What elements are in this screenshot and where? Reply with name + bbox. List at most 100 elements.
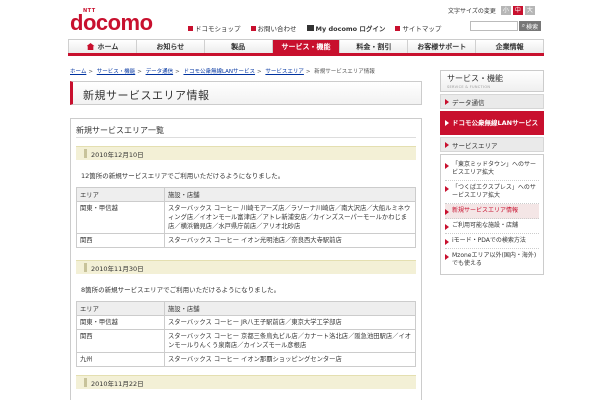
nav-pricing[interactable]: 料金・割引 [340, 40, 409, 53]
nav-home[interactable]: ホーム [68, 40, 137, 53]
region-cell: 関西 [76, 329, 165, 353]
nav-support[interactable]: お客様サポート [408, 40, 477, 53]
column-header-area: エリア [76, 187, 165, 202]
breadcrumb-separator: > [305, 69, 311, 75]
table-header-row: エリア 施設・店舗 [76, 187, 416, 202]
nav-news[interactable]: お知らせ [137, 40, 205, 53]
sidebar-subtitle: SERVICE & FUNCTION [447, 85, 491, 89]
breadcrumb-separator: > [88, 69, 93, 75]
breadcrumb-home[interactable]: ホーム [70, 69, 86, 75]
sidebar-item-label: 「つくばエクスプレス」へのサービスエリア拡大 [452, 184, 536, 199]
search-icon: ⌕ [521, 22, 526, 29]
font-size-medium-button[interactable]: 中 [512, 6, 523, 15]
column-header-shops: 施設・店舗 [164, 301, 416, 316]
table-row: 関東・甲信越 スターバックス コーヒー JR八王子駅前店／東京大学工学部店 [76, 315, 416, 330]
home-icon [86, 43, 95, 50]
sidebar-item-label: iモード・PDAでの検索方法 [452, 237, 526, 244]
date-text: 2010年12月10日 [91, 150, 144, 159]
shops-cell: スターバックス コーヒー イオン那覇ショッピングセンター店 [164, 352, 416, 367]
date-text: 2010年11月30日 [91, 264, 144, 273]
link-label: My docomo ログイン [315, 25, 386, 33]
table-header-row: エリア 施設・店舗 [76, 301, 416, 316]
font-size-large-button[interactable]: 大 [524, 6, 535, 15]
region-cell: 九州 [76, 352, 165, 367]
search-input[interactable] [470, 21, 518, 31]
breadcrumb-separator: > [137, 69, 142, 75]
docomo-logo[interactable]: NTT docomo [70, 8, 180, 34]
date-heading: 2010年12月10日 [76, 146, 416, 160]
date-text: 2010年11月22日 [91, 379, 144, 388]
link-docomo-shop[interactable]: ドコモショップ [188, 23, 241, 33]
breadcrumb-current: 新規サービスエリア情報 [314, 69, 375, 75]
area-list-box: 新規サービスエリア一覧 2010年12月10日 12箇所の新規サービスエリアでご… [70, 118, 422, 400]
sidebar-item-wifi-service[interactable]: ドコモ公衆無線LANサービス [440, 111, 544, 135]
arrow-right-icon [445, 141, 449, 148]
column-header-area: エリア [76, 301, 165, 316]
sidebar-item-label: 「東京ミッドタウン」へのサービスエリア拡大 [452, 161, 537, 176]
breadcrumb-area[interactable]: サービスエリア [265, 69, 304, 75]
sidebar-item-facilities[interactable]: ご利用可能な施設・店舗 [445, 219, 539, 234]
sidebar-item-new-area[interactable]: 新規サービスエリア情報 [445, 204, 539, 219]
sidebar-item-midtown[interactable]: 「東京ミッドタウン」へのサービスエリア拡大 [445, 158, 539, 181]
area-table: エリア 施設・店舗 関東・甲信越 スターバックス コーヒー JR八王子駅前店／東… [76, 301, 416, 367]
table-row: 関西 スターバックス コーヒー 京都三条烏丸ビル店／カナート洛北店／阪急池田駅店… [76, 329, 416, 353]
arrow-right-icon [445, 209, 449, 215]
page-title-box: 新規サービスエリア情報 [70, 81, 422, 105]
square-bullet-icon [250, 25, 256, 31]
date-heading: 2010年11月22日 [76, 375, 416, 389]
sidebar-item-label: サービスエリア [452, 141, 498, 150]
link-label: お問い合わせ [257, 25, 297, 33]
arrow-right-icon [445, 239, 449, 245]
top-links: ドコモショップ お問い合わせ My docomo ログイン サイトマップ [188, 23, 441, 33]
square-bullet-icon [395, 25, 401, 31]
sidebar-item-label: Mzoneエリア以外(国内・海外)でも使える [452, 252, 537, 267]
date-marker-icon [84, 378, 87, 387]
breadcrumb-separator: > [257, 69, 262, 75]
link-label: ドコモショップ [195, 25, 241, 33]
sidebar-item-tsukuba[interactable]: 「つくばエクスプレス」へのサービスエリア拡大 [445, 181, 539, 204]
sidebar-submenu: 「東京ミッドタウン」へのサービスエリア拡大 「つくばエクスプレス」へのサービスエ… [440, 154, 544, 275]
arrow-right-icon [445, 254, 449, 260]
link-my-docomo-login[interactable]: My docomo ログイン [306, 23, 386, 33]
square-bullet-icon [188, 25, 193, 31]
page-title: 新規サービスエリア情報 [83, 89, 210, 102]
link-sitemap[interactable]: サイトマップ [395, 23, 441, 33]
sidebar: サービス・機能 SERVICE & FUNCTION データ通信 ドコモ公衆無線… [440, 70, 544, 275]
sidebar-item-outside-mzone[interactable]: Mzoneエリア以外(国内・海外)でも使える [445, 249, 539, 271]
breadcrumb-wifi[interactable]: ドコモ公衆無線LANサービス [183, 69, 255, 75]
breadcrumb-data[interactable]: データ通信 [146, 69, 174, 75]
sidebar-item-service-area[interactable]: サービスエリア [440, 137, 544, 152]
font-size-switcher: 文字サイズの変更 小 中 大 [448, 6, 535, 15]
global-nav: ホーム お知らせ 製品 サービス・機能 料金・割引 お客様サポート 企業情報 [68, 39, 545, 56]
shops-cell: スターバックス コーヒー JR八王子駅前店／東京大学工学部店 [164, 315, 416, 330]
sidebar-item-label: ご利用可能な施設・店舗 [452, 222, 519, 229]
search-button[interactable]: ⌕ 検索 [519, 21, 541, 31]
update-intro: 12箇所の新規サービスエリアでご利用いただけるようになりました。 [81, 172, 285, 180]
breadcrumb-separator: > [175, 69, 180, 75]
nav-services[interactable]: サービス・機能 [272, 40, 341, 53]
sidebar-title: サービス・機能 [447, 74, 503, 83]
sidebar-item-label: データ通信 [452, 98, 485, 107]
date-marker-icon [84, 263, 87, 272]
link-label: サイトマップ [402, 25, 442, 33]
sidebar-item-data-comm[interactable]: データ通信 [440, 94, 544, 109]
nav-corporate[interactable]: 企業情報 [476, 40, 545, 53]
breadcrumb-services[interactable]: サービス・機能 [97, 69, 136, 75]
shops-cell: スターバックス コーヒー 川崎モアーズ店／ラゾーナ川崎店／南大沢店／大船ルミネウ… [164, 201, 416, 234]
date-marker-icon [84, 149, 87, 158]
section-title: 新規サービスエリア一覧 [76, 126, 164, 135]
nav-products[interactable]: 製品 [205, 40, 273, 53]
font-size-small-button[interactable]: 小 [500, 6, 511, 15]
table-row: 関西 スターバックス コーヒー イオン光明池店／奈良西大寺駅前店 [76, 233, 416, 248]
region-cell: 関西 [76, 233, 165, 248]
sidebar-header: サービス・機能 SERVICE & FUNCTION [440, 70, 544, 92]
breadcrumb: ホーム > サービス・機能 > データ通信 > ドコモ公衆無線LANサービス > サービ… [70, 67, 375, 75]
sidebar-item-imode-search[interactable]: iモード・PDAでの検索方法 [445, 234, 539, 249]
table-row: 九州 スターバックス コーヒー イオン那覇ショッピングセンター店 [76, 352, 416, 367]
sidebar-item-label: ドコモ公衆無線LANサービス [452, 119, 539, 127]
region-cell: 関東・甲信越 [76, 201, 165, 234]
link-contact[interactable]: お問い合わせ [250, 23, 297, 33]
sidebar-item-label: 新規サービスエリア情報 [452, 207, 519, 214]
arrow-right-icon [445, 163, 449, 169]
date-heading: 2010年11月30日 [76, 260, 416, 274]
